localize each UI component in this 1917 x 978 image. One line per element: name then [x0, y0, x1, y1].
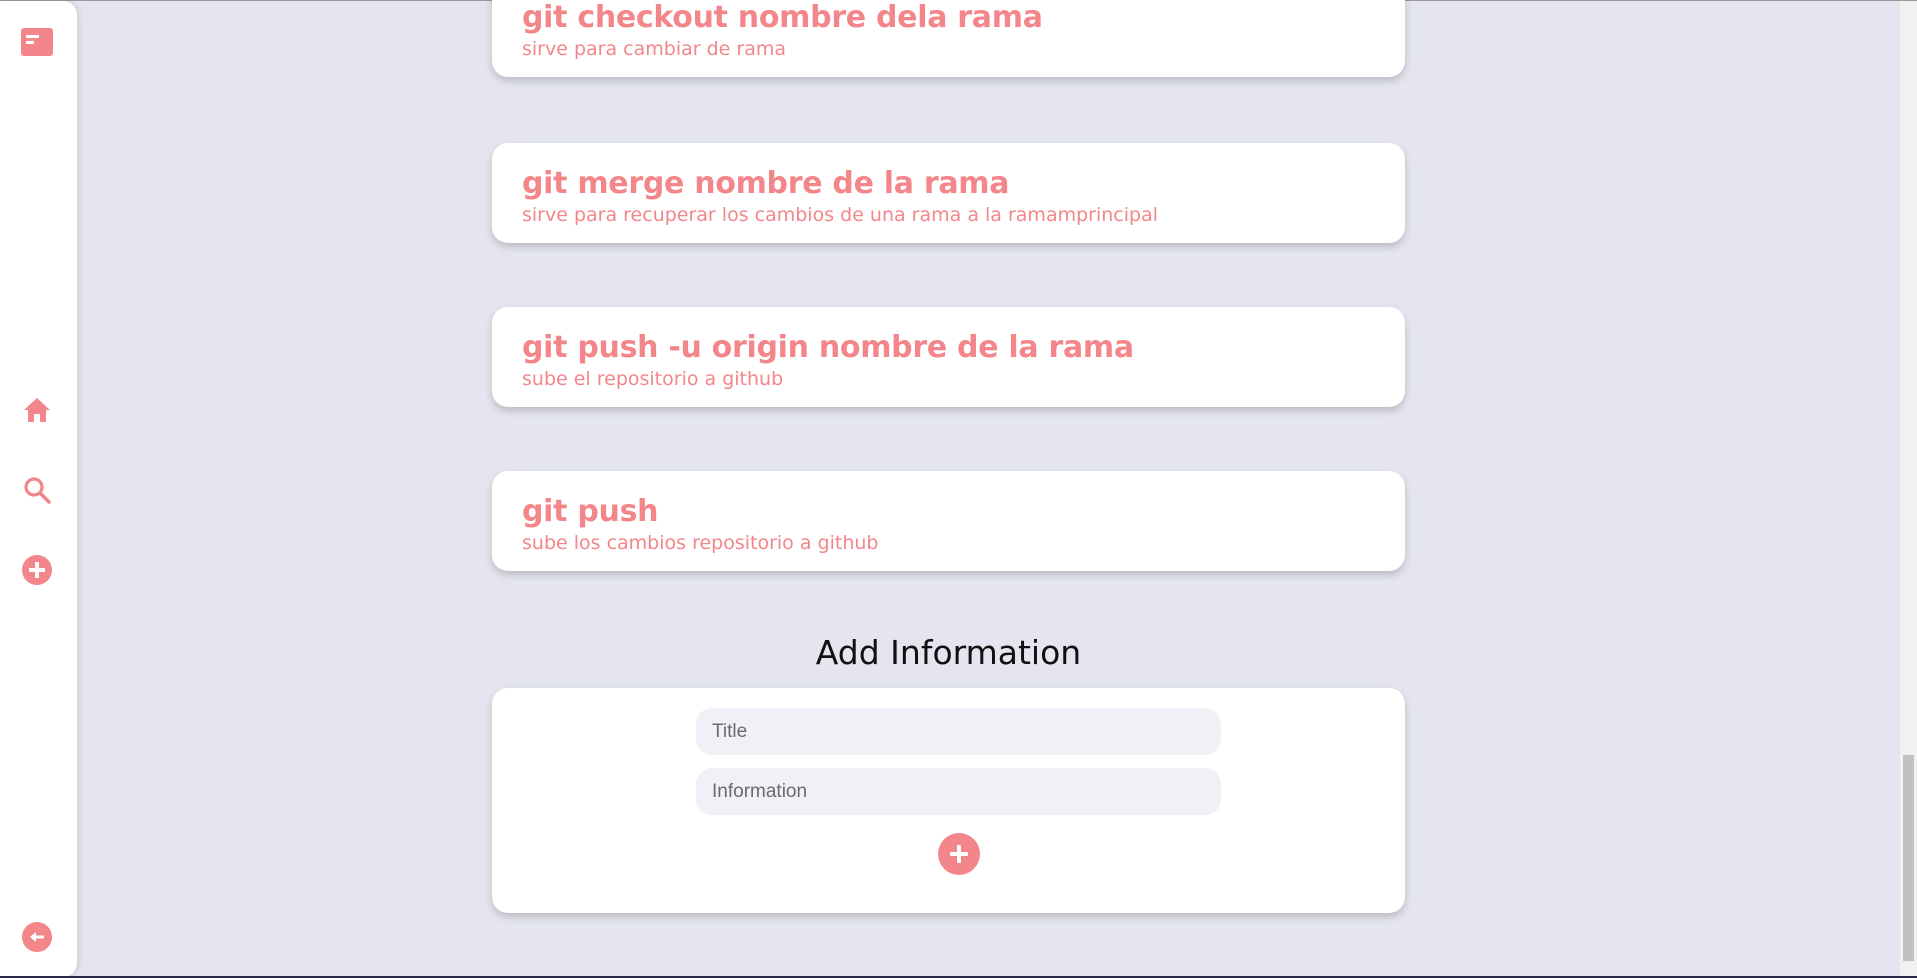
- info-card[interactable]: git merge nombre de la rama sirve para r…: [492, 143, 1405, 243]
- card-info: sube los cambios repositorio a github: [522, 532, 879, 554]
- title-input[interactable]: [696, 708, 1221, 755]
- add-information-heading: Add Information: [815, 633, 1082, 672]
- card-info: sirve para cambiar de rama: [522, 38, 786, 60]
- card-info: sirve para recuperar los cambios de una …: [522, 204, 1158, 226]
- add-icon[interactable]: [21, 554, 53, 586]
- home-icon[interactable]: [21, 394, 53, 426]
- info-card[interactable]: git push sube los cambios repositorio a …: [492, 471, 1405, 571]
- card-title: git merge nombre de la rama: [522, 166, 1010, 201]
- scrollbar-thumb[interactable]: [1903, 755, 1914, 961]
- plus-icon: [950, 845, 968, 863]
- info-card[interactable]: git checkout nombre dela rama sirve para…: [492, 0, 1405, 77]
- info-card[interactable]: git push -u origin nombre de la rama sub…: [492, 307, 1405, 407]
- card-title: git checkout nombre dela rama: [522, 0, 1043, 35]
- sidebar: [0, 1, 77, 977]
- cards-icon[interactable]: [21, 26, 53, 58]
- card-title: git push: [522, 494, 659, 529]
- information-input[interactable]: [696, 768, 1221, 815]
- search-icon[interactable]: [21, 474, 53, 506]
- card-info: sube el repositorio a github: [522, 368, 784, 390]
- add-information-button[interactable]: [938, 833, 980, 875]
- back-icon[interactable]: [21, 921, 53, 953]
- main-content: git checkout nombre dela rama sirve para…: [0, 0, 1900, 978]
- add-information-form: [492, 688, 1405, 913]
- vertical-scrollbar[interactable]: [1900, 1, 1917, 977]
- card-title: git push -u origin nombre de la rama: [522, 330, 1134, 365]
